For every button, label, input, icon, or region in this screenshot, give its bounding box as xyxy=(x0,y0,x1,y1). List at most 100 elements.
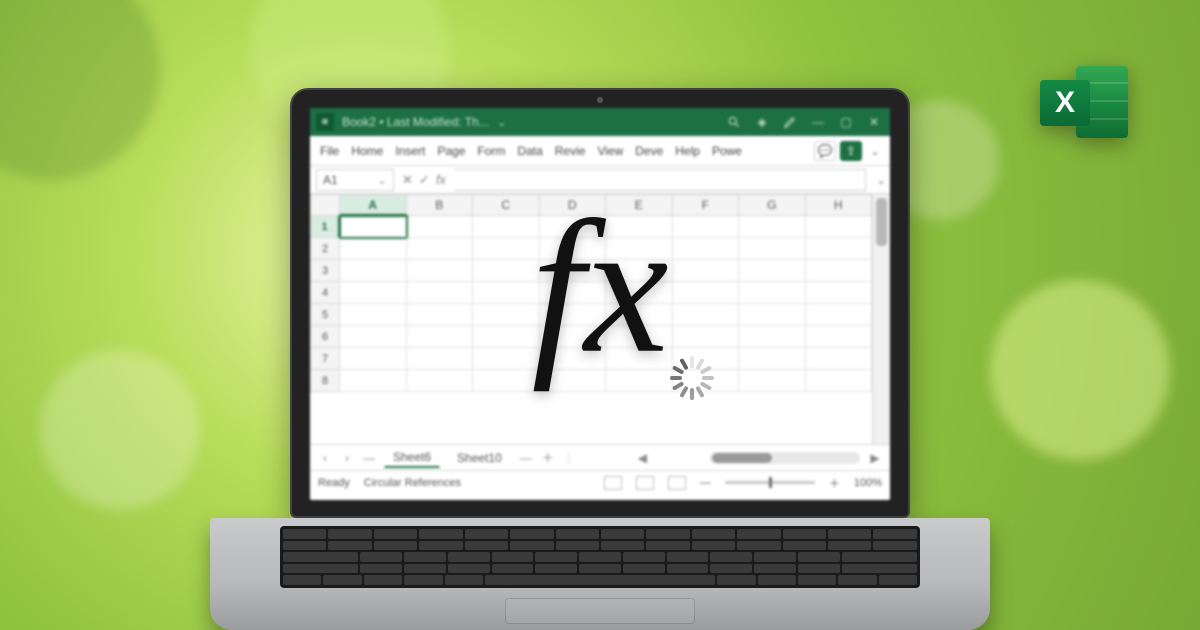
cell[interactable] xyxy=(407,282,474,304)
tab-developer[interactable]: Deve xyxy=(631,144,667,158)
cell[interactable] xyxy=(407,216,474,238)
title-dropdown-icon[interactable]: ⌄ xyxy=(497,115,507,129)
scrollbar-thumb[interactable] xyxy=(712,453,772,463)
scrollbar-thumb[interactable] xyxy=(876,198,887,246)
cell[interactable] xyxy=(739,216,806,238)
sheet-nav-prev-icon[interactable]: › xyxy=(340,451,354,465)
sheet-nav-first-icon[interactable]: ‹ xyxy=(318,451,332,465)
tab-view[interactable]: View xyxy=(593,144,627,158)
tab-review[interactable]: Revie xyxy=(551,144,590,158)
formula-bar-expand-icon[interactable]: ⌄ xyxy=(872,173,890,187)
cell[interactable] xyxy=(473,260,540,282)
fx-icon[interactable]: fx xyxy=(436,172,446,187)
cell[interactable] xyxy=(739,260,806,282)
cell[interactable] xyxy=(606,216,673,238)
cell[interactable] xyxy=(340,304,407,326)
cell[interactable] xyxy=(806,370,873,392)
pen-icon[interactable] xyxy=(780,112,800,132)
cell[interactable] xyxy=(606,348,673,370)
cell[interactable] xyxy=(407,326,474,348)
cell[interactable] xyxy=(606,326,673,348)
select-all-corner[interactable] xyxy=(310,194,340,216)
column-header[interactable]: A xyxy=(340,194,407,216)
ribbon-collapse-icon[interactable]: ⌄ xyxy=(866,144,884,158)
search-icon[interactable] xyxy=(724,112,744,132)
cell[interactable] xyxy=(340,216,407,238)
column-header[interactable]: B xyxy=(407,194,474,216)
cell[interactable] xyxy=(540,238,607,260)
cell[interactable] xyxy=(673,260,740,282)
cell[interactable] xyxy=(473,238,540,260)
tab-data[interactable]: Data xyxy=(513,144,546,158)
cell[interactable] xyxy=(540,216,607,238)
tab-insert[interactable]: Insert xyxy=(391,144,429,158)
cell[interactable] xyxy=(340,348,407,370)
cell[interactable] xyxy=(806,326,873,348)
vertical-scrollbar[interactable] xyxy=(872,194,890,444)
accept-formula-icon[interactable]: ✓ xyxy=(419,172,430,188)
column-header[interactable]: G xyxy=(739,194,806,216)
column-header[interactable]: D xyxy=(540,194,607,216)
cell[interactable] xyxy=(340,370,407,392)
cell[interactable] xyxy=(473,216,540,238)
cell[interactable] xyxy=(739,370,806,392)
tab-file[interactable]: File xyxy=(316,144,343,158)
scroll-right-icon[interactable]: ▶ xyxy=(868,451,882,465)
cell[interactable] xyxy=(673,282,740,304)
cell[interactable] xyxy=(739,304,806,326)
horizontal-scrollbar[interactable] xyxy=(710,452,860,464)
cell[interactable] xyxy=(806,216,873,238)
maximize-button[interactable]: ▢ xyxy=(836,112,856,132)
cell[interactable] xyxy=(540,326,607,348)
sheet-tab[interactable]: Sheet10 xyxy=(448,448,511,468)
tab-home[interactable]: Home xyxy=(347,144,387,158)
cell[interactable] xyxy=(606,238,673,260)
zoom-in-button[interactable]: ＋ xyxy=(829,475,840,491)
column-header[interactable]: F xyxy=(673,194,740,216)
new-sheet-button[interactable]: ＋ xyxy=(541,449,555,466)
cell[interactable] xyxy=(806,260,873,282)
row-header[interactable]: 1 xyxy=(310,216,340,238)
row-header[interactable]: 5 xyxy=(310,304,340,326)
cell[interactable] xyxy=(340,282,407,304)
tab-formulas[interactable]: Form xyxy=(473,144,509,158)
cell[interactable] xyxy=(739,282,806,304)
cell[interactable] xyxy=(739,326,806,348)
cell[interactable] xyxy=(806,282,873,304)
close-button[interactable]: ✕ xyxy=(864,112,884,132)
cell[interactable] xyxy=(340,260,407,282)
cell[interactable] xyxy=(340,326,407,348)
cell[interactable] xyxy=(806,348,873,370)
zoom-out-button[interactable]: — xyxy=(700,477,711,489)
cell[interactable] xyxy=(473,348,540,370)
cell[interactable] xyxy=(606,260,673,282)
cell[interactable] xyxy=(540,370,607,392)
cell[interactable] xyxy=(407,370,474,392)
view-normal-icon[interactable] xyxy=(604,476,622,490)
cell[interactable] xyxy=(407,304,474,326)
scroll-left-icon[interactable]: ◀ xyxy=(635,451,649,465)
cell[interactable] xyxy=(540,282,607,304)
sheet-tab[interactable]: Sheet6 xyxy=(384,447,440,468)
tab-help[interactable]: Help xyxy=(671,144,704,158)
tab-page-layout[interactable]: Page xyxy=(433,144,469,158)
column-header[interactable]: C xyxy=(473,194,540,216)
view-page-layout-icon[interactable] xyxy=(636,476,654,490)
column-header[interactable]: E xyxy=(606,194,673,216)
cell[interactable] xyxy=(473,326,540,348)
cell[interactable] xyxy=(540,348,607,370)
cell[interactable] xyxy=(340,238,407,260)
row-header[interactable]: 8 xyxy=(310,370,340,392)
minimize-button[interactable]: — xyxy=(808,112,828,132)
cell[interactable] xyxy=(739,238,806,260)
cell[interactable] xyxy=(673,370,740,392)
cell[interactable] xyxy=(540,304,607,326)
cell[interactable] xyxy=(407,348,474,370)
row-header[interactable]: 6 xyxy=(310,326,340,348)
cell[interactable] xyxy=(473,282,540,304)
cell[interactable] xyxy=(673,326,740,348)
cell[interactable] xyxy=(540,260,607,282)
cell[interactable] xyxy=(673,216,740,238)
tab-power[interactable]: Powe xyxy=(708,144,746,158)
share-button[interactable]: ⇪ xyxy=(840,141,862,161)
